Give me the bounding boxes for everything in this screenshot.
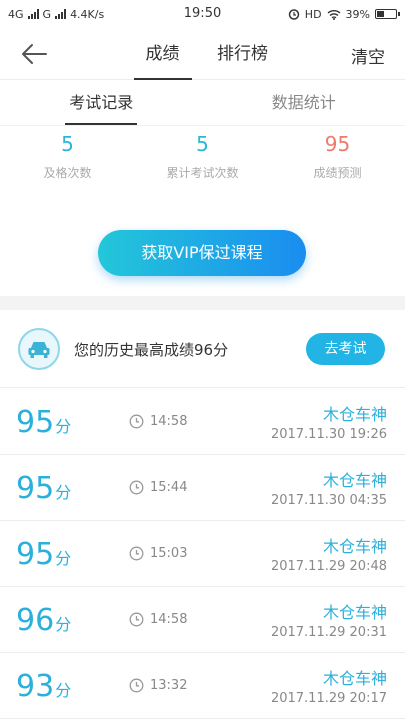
score-unit: 分 <box>55 483 72 502</box>
alarm-icon <box>288 9 300 20</box>
network-type-g: G <box>42 7 52 21</box>
record-duration: 14:58 <box>150 414 188 429</box>
record-score: 95分 <box>16 405 71 445</box>
clock-icon <box>129 480 144 495</box>
best-score-text: 您的历史最高成绩96分 <box>74 341 229 359</box>
list-item[interactable]: 95分 15:03 木仓车神 2017.11.29 20:48 <box>0 521 405 587</box>
record-date: 2017.11.29 20:17 <box>270 691 387 706</box>
record-duration: 15:44 <box>150 480 188 495</box>
clock-icon <box>129 678 144 693</box>
score-unit: 分 <box>55 549 72 568</box>
hd-indicator: HD <box>304 7 322 21</box>
record-rank-title: 木仓车神 <box>322 471 387 490</box>
record-rank-title: 木仓车神 <box>322 603 387 622</box>
record-rank-title: 木仓车神 <box>322 405 387 424</box>
tab-data-statistics[interactable]: 数据统计 <box>203 80 405 125</box>
best-score-banner: 您的历史最高成绩96分 去考试 <box>0 310 405 388</box>
record-date: 2017.11.30 19:26 <box>270 427 387 442</box>
score-unit: 分 <box>55 615 72 634</box>
stat-value: 5 <box>61 132 74 156</box>
sub-tabs: 考试记录 数据统计 <box>0 80 405 126</box>
record-score: 95分 <box>16 537 71 577</box>
go-exam-button[interactable]: 去考试 <box>306 333 385 365</box>
score-value: 95 <box>16 471 55 506</box>
record-date: 2017.11.29 20:31 <box>270 625 387 640</box>
status-right: HD 39% <box>288 7 400 21</box>
signal-icon <box>27 9 39 19</box>
record-score: 95分 <box>16 471 71 511</box>
network-speed: 4.4K/s <box>70 7 105 21</box>
clock-icon <box>129 414 144 429</box>
record-score: 96分 <box>16 603 71 643</box>
score-value: 96 <box>16 603 55 638</box>
record-duration: 13:32 <box>150 678 188 693</box>
section-divider <box>0 296 405 310</box>
score-value: 93 <box>16 669 55 704</box>
stat-value: 95 <box>324 132 351 156</box>
stat-label: 累计考试次数 <box>166 166 239 180</box>
list-item[interactable]: 93分 13:32 木仓车神 2017.11.29 20:17 <box>0 653 405 719</box>
list-item[interactable]: 95分 15:44 木仓车神 2017.11.30 04:35 <box>0 455 405 521</box>
stat-score-prediction: 95 成绩预测 <box>270 130 405 190</box>
top-tabs: 成绩 排行榜 <box>0 28 405 80</box>
stat-pass-count: 5 及格次数 <box>0 130 135 190</box>
battery-percent: 39% <box>345 7 370 21</box>
score-value: 95 <box>16 537 55 572</box>
record-rank-title: 木仓车神 <box>322 537 387 556</box>
tab-scores[interactable]: 成绩 <box>128 28 198 80</box>
stat-label: 及格次数 <box>43 166 92 180</box>
battery-fill <box>377 11 384 17</box>
network-type-4g: 4G <box>8 7 24 21</box>
clear-button[interactable]: 清空 <box>351 43 385 68</box>
tab-exam-records[interactable]: 考试记录 <box>0 80 203 125</box>
battery-icon <box>375 9 400 19</box>
stat-label: 成绩预测 <box>313 166 362 180</box>
list-item[interactable]: 95分 14:58 木仓车神 2017.11.30 19:26 <box>0 389 405 455</box>
tab-leaderboard[interactable]: 排行榜 <box>208 28 278 80</box>
record-date: 2017.11.30 04:35 <box>270 493 387 508</box>
clock-icon <box>129 612 144 627</box>
status-bar: 4G G 4.4K/s 19:50 HD 39% <box>0 0 405 28</box>
score-unit: 分 <box>55 417 72 436</box>
record-date: 2017.11.29 20:48 <box>270 559 387 574</box>
signal-icon-2 <box>55 9 67 19</box>
vip-course-button[interactable]: 获取VIP保过课程 <box>98 230 306 276</box>
record-duration: 15:03 <box>150 546 188 561</box>
score-value: 95 <box>16 405 55 440</box>
status-left: 4G G 4.4K/s <box>8 8 104 21</box>
clock-icon <box>129 546 144 561</box>
exam-record-list: 95分 14:58 木仓车神 2017.11.30 19:26 95分 15:4… <box>0 389 405 719</box>
score-unit: 分 <box>55 681 72 700</box>
record-duration: 14:58 <box>150 612 188 627</box>
record-score: 93分 <box>16 669 71 709</box>
record-rank-title: 木仓车神 <box>322 669 387 688</box>
list-item[interactable]: 96分 14:58 木仓车神 2017.11.29 20:31 <box>0 587 405 653</box>
stat-value: 5 <box>196 132 209 156</box>
wifi-icon <box>327 9 341 20</box>
stat-total-exams: 5 累计考试次数 <box>135 130 270 190</box>
car-icon <box>18 328 60 370</box>
stats-summary: 5 及格次数 5 累计考试次数 95 成绩预测 <box>0 130 405 190</box>
header: 成绩 排行榜 清空 <box>0 28 405 80</box>
